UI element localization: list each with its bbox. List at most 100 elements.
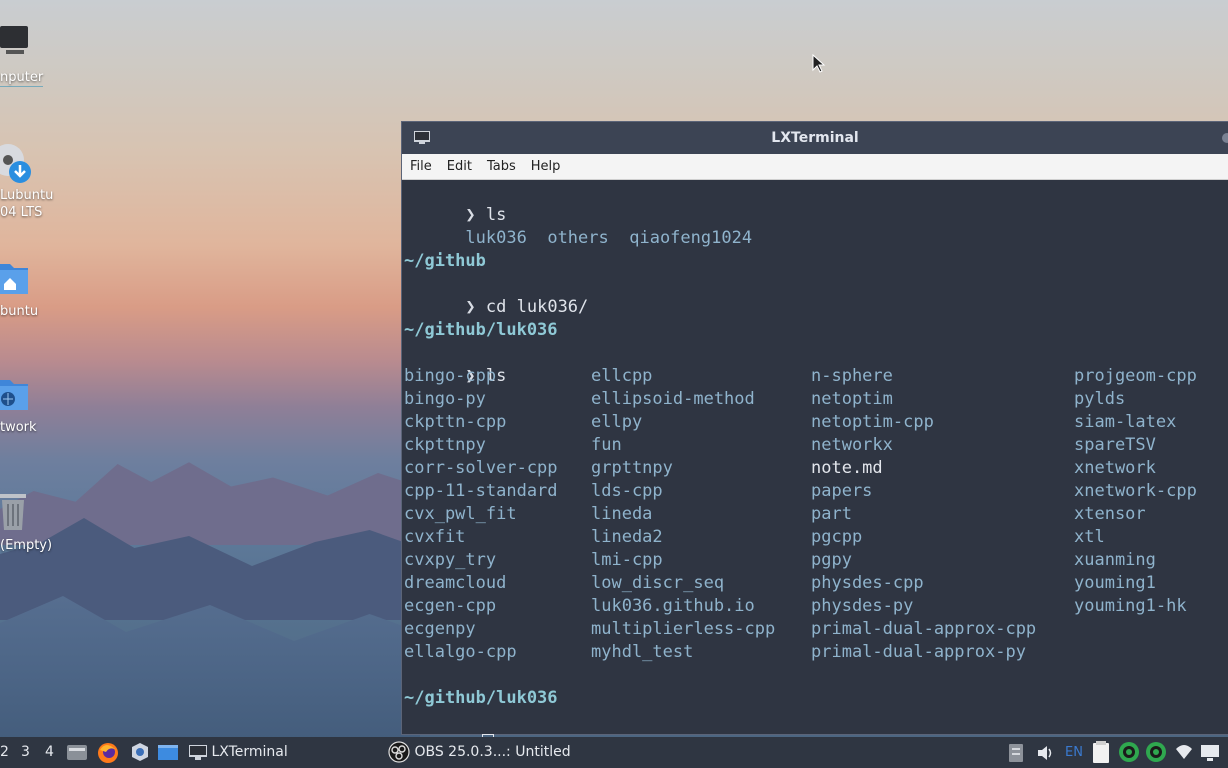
desktop-icon-trash[interactable]: (Empty) <box>0 490 70 560</box>
desktop-show-icon[interactable] <box>157 737 179 768</box>
window-titlebar[interactable]: LXTerminal <box>402 122 1228 154</box>
dir-entry: xnetwork <box>1074 458 1156 478</box>
terminal-line: ❯ ls <box>404 342 506 386</box>
computer-icon <box>0 26 28 54</box>
monitor-icon[interactable] <box>1200 737 1220 768</box>
terminal-output[interactable]: ❯ ls luk036 others qiaofeng1024 ~/github… <box>402 181 1228 755</box>
dir-entry: pgcpp <box>811 527 863 547</box>
menu-tabs[interactable]: Tabs <box>487 159 516 174</box>
taskbar-app-label: OBS 25.0.3...: Untitled <box>414 744 571 760</box>
obs-tray-icon-2[interactable] <box>1144 737 1168 768</box>
terminal-path: ~/github <box>404 251 486 271</box>
dir-entry: ckpttnpy <box>404 435 486 455</box>
dir-entry: primal-dual-approx-py <box>811 642 1026 662</box>
window-control-icon[interactable] <box>1222 133 1228 143</box>
terminal-line: ❯ ls <box>404 181 506 225</box>
dir-entry: myhdl_test <box>591 642 694 662</box>
desktop-icon-network[interactable]: twork <box>0 374 70 444</box>
desktop-icon-label: (Empty) <box>0 538 53 553</box>
dir-entry: ellpy <box>591 412 643 432</box>
install-disc-icon <box>0 144 31 183</box>
terminal-line: ❯ <box>404 710 494 755</box>
dir-entry: qiaofeng1024 <box>629 228 753 248</box>
dir-entry: xnetwork-cpp <box>1074 481 1197 501</box>
volume-icon[interactable] <box>1036 737 1056 768</box>
dir-entry: pylds <box>1074 389 1126 409</box>
menu-edit[interactable]: Edit <box>447 159 472 174</box>
dir-entry: cpp-11-standard <box>404 481 558 501</box>
window-title: LXTerminal <box>771 130 859 146</box>
keyboard-layout-indicator[interactable]: EN <box>1065 737 1083 768</box>
terminal-icon <box>414 131 430 144</box>
workspace-3[interactable]: 3 <box>21 737 30 768</box>
dir-entry: grpttnpy <box>591 458 673 478</box>
dir-entry: spareTSV <box>1074 435 1156 455</box>
desktop-icon-label: nputer <box>0 70 44 87</box>
dir-entry: cvxpy_try <box>404 550 497 570</box>
dir-entry: youming1-hk <box>1074 596 1187 616</box>
notes-icon[interactable] <box>1091 737 1113 768</box>
desktop-icon-home[interactable]: buntu <box>0 258 70 328</box>
terminal-line: luk036 others qiaofeng1024 <box>404 204 752 248</box>
dir-entry: xtensor <box>1074 504 1146 524</box>
trash-icon <box>0 494 26 530</box>
dir-entry: xuanming <box>1074 550 1156 570</box>
command-text: cd luk036/ <box>485 297 589 317</box>
dir-entry: physdes-py <box>811 596 914 616</box>
taskbar-app-lxterminal[interactable]: LXTerminal <box>189 737 288 768</box>
desktop-icon-label: Lubuntu 04 LTS <box>0 188 54 220</box>
dir-entry: ellipsoid-method <box>591 389 755 409</box>
dir-entry: ckpttn-cpp <box>404 412 507 432</box>
workspace-4[interactable]: 4 <box>45 737 54 768</box>
dir-entry: ellalgo-cpp <box>404 642 517 662</box>
dir-entry: physdes-cpp <box>811 573 924 593</box>
dir-entry: lds-cpp <box>591 481 663 501</box>
dir-entry: netoptim-cpp <box>811 412 934 432</box>
taskbar-app-label: LXTerminal <box>211 744 288 760</box>
dir-entry: lineda <box>591 504 653 524</box>
dir-entry: xtl <box>1074 527 1105 547</box>
dir-entry: projgeom-cpp <box>1074 366 1197 386</box>
dir-entry: fun <box>591 435 622 455</box>
menu-help[interactable]: Help <box>531 159 561 174</box>
dir-entry: n-sphere <box>811 366 893 386</box>
dir-entry: corr-solver-cpp <box>404 458 558 478</box>
wifi-icon[interactable] <box>1174 737 1194 768</box>
dir-entry: cvx_pwl_fit <box>404 504 517 524</box>
dir-entry: cvxfit <box>404 527 466 547</box>
terminal-path: ~/github/luk036 <box>404 320 558 340</box>
workspace-2[interactable]: 2 <box>0 737 9 768</box>
menu-bar: File Edit Tabs Help <box>402 154 1228 180</box>
dir-entry: primal-dual-approx-cpp <box>811 619 1037 639</box>
dir-entry: networkx <box>811 435 893 455</box>
dir-entry: ellcpp <box>591 366 653 386</box>
desktop-icon-label: twork <box>0 420 37 435</box>
desktop-icon-computer[interactable]: nputer <box>0 22 70 92</box>
network-folder-icon <box>0 380 28 410</box>
dir-entry: siam-latex <box>1074 412 1177 432</box>
file-entry: note.md <box>811 458 883 478</box>
obs-tray-icon[interactable] <box>1117 737 1141 768</box>
prompt-symbol: ❯ <box>465 297 476 317</box>
dir-entry: low_discr_seq <box>591 573 725 593</box>
file-manager-icon[interactable] <box>66 737 88 768</box>
dir-entry: others <box>547 228 609 248</box>
terminal-window[interactable]: LXTerminal File Edit Tabs Help ❯ ls luk0… <box>401 121 1228 755</box>
dir-entry: youming1 <box>1074 573 1156 593</box>
firefox-icon[interactable] <box>96 737 120 768</box>
desktop-icon-label: buntu <box>0 304 39 319</box>
dir-entry: luk036.github.io <box>591 596 755 616</box>
mouse-pointer-icon <box>812 54 826 73</box>
dir-entry: ecgen-cpp <box>404 596 497 616</box>
menu-file[interactable]: File <box>410 159 432 174</box>
taskbar-app-obs[interactable]: OBS 25.0.3...: Untitled <box>388 737 571 768</box>
desktop-icon-install[interactable]: Lubuntu 04 LTS <box>0 140 70 225</box>
dir-entry: netoptim <box>811 389 893 409</box>
taskbar: 2 3 4 LXTerminal OBS 25.0.3...: Untitled… <box>0 737 1228 768</box>
dir-entry: papers <box>811 481 873 501</box>
clipboard-icon[interactable] <box>1007 737 1025 768</box>
settings-app-icon[interactable] <box>129 737 151 768</box>
terminal-line: ❯ cd luk036/ <box>404 273 588 317</box>
ls-listing: bingo-cpp bingo-py ckpttn-cpp ckpttnpy corr-… <box>402 365 1228 665</box>
dir-entry: multiplierless-cpp <box>591 619 776 639</box>
